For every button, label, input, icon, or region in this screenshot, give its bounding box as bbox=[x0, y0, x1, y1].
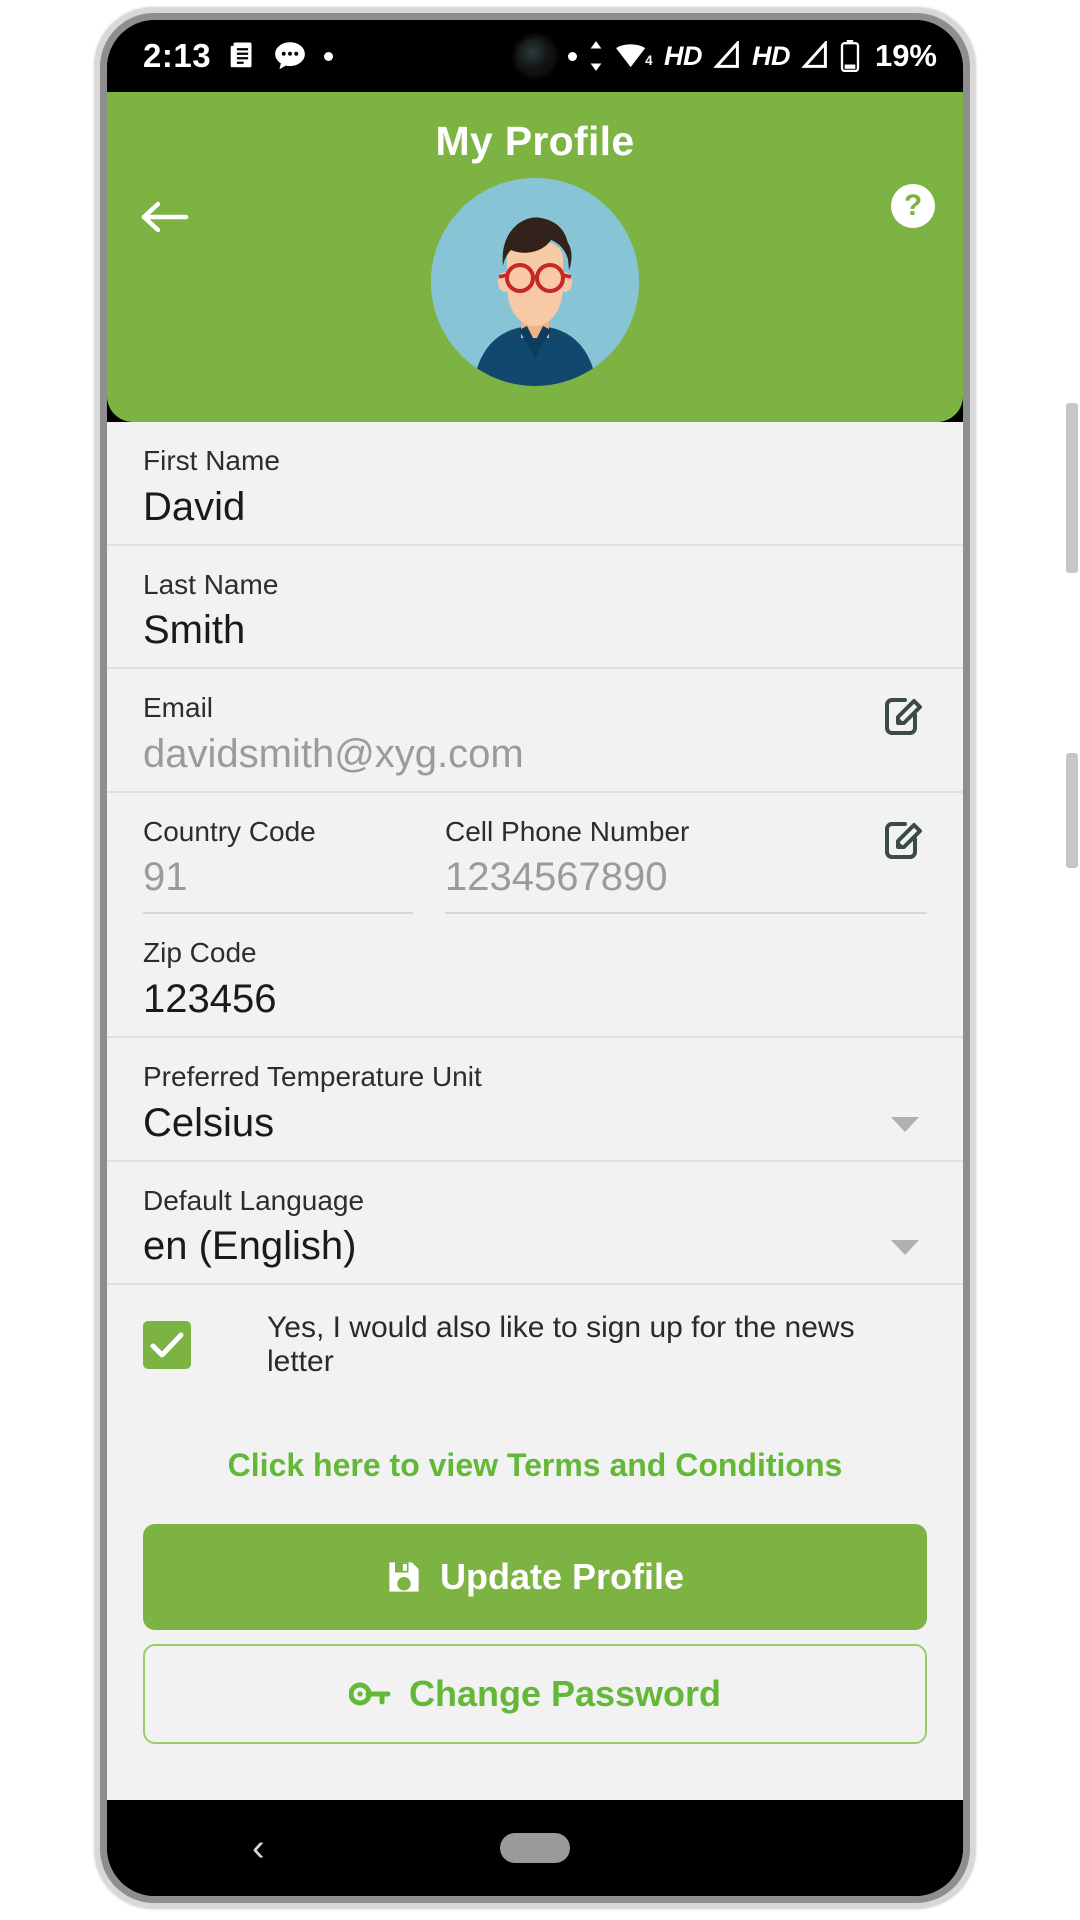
field-country-code[interactable]: Country Code 91 bbox=[143, 815, 413, 915]
first-name-input[interactable]: David bbox=[143, 484, 927, 530]
svg-text:4: 4 bbox=[645, 53, 653, 68]
last-name-input[interactable]: Smith bbox=[143, 607, 927, 653]
first-name-label: First Name bbox=[143, 445, 280, 476]
help-button[interactable]: ? bbox=[891, 184, 935, 228]
key-icon bbox=[348, 1682, 391, 1706]
terms-and-conditions-link[interactable]: Click here to view Terms and Conditions bbox=[107, 1399, 963, 1524]
newsletter-checkbox[interactable] bbox=[143, 1321, 191, 1370]
field-first-name[interactable]: First Name David bbox=[107, 422, 963, 546]
question-mark-icon: ? bbox=[903, 189, 923, 222]
phone-frame: 2:13 4 HD HD 19% My Profile ? First Name… bbox=[95, 8, 1078, 1908]
profile-form: First Name David Last Name Smith Email d… bbox=[107, 422, 963, 1800]
nav-back-button[interactable]: ‹ bbox=[252, 1827, 265, 1870]
edit-pencil-icon bbox=[885, 698, 922, 736]
zip-code-label: Zip Code bbox=[143, 937, 257, 969]
field-last-name[interactable]: Last Name Smith bbox=[107, 546, 963, 670]
email-label: Email bbox=[143, 692, 214, 724]
last-name-label: Last Name bbox=[143, 568, 279, 600]
check-icon bbox=[150, 1332, 184, 1358]
status-time: 2:13 bbox=[143, 37, 212, 74]
temperature-unit-label: Preferred Temperature Unit bbox=[143, 1060, 482, 1092]
zip-code-input[interactable]: 123456 bbox=[143, 976, 927, 1022]
battery-percent: 19% bbox=[874, 38, 937, 73]
field-email[interactable]: Email davidsmith@xyg.com bbox=[107, 669, 963, 793]
default-language-select[interactable]: en (English) bbox=[143, 1223, 927, 1269]
dot-icon bbox=[324, 51, 334, 61]
change-password-button[interactable]: Change Password bbox=[143, 1644, 927, 1745]
status-bar: 2:13 4 HD HD 19% bbox=[107, 20, 963, 92]
dot-icon bbox=[567, 51, 577, 61]
back-button[interactable] bbox=[133, 186, 195, 248]
field-default-language[interactable]: Default Language en (English) bbox=[107, 1162, 963, 1286]
email-input[interactable]: davidsmith@xyg.com bbox=[143, 731, 927, 777]
signal-icon-1 bbox=[713, 41, 741, 71]
data-transfer-icon bbox=[588, 41, 604, 71]
country-code-label: Country Code bbox=[143, 815, 316, 847]
temperature-unit-select[interactable]: Celsius bbox=[143, 1100, 927, 1146]
battery-icon bbox=[840, 40, 860, 72]
phone-bezel: 2:13 4 HD HD 19% My Profile ? First Name… bbox=[100, 13, 970, 1903]
country-code-input[interactable]: 91 bbox=[143, 854, 413, 900]
field-cell-phone[interactable]: Cell Phone Number 1234567890 bbox=[445, 815, 927, 915]
hd-badge-1: HD bbox=[663, 40, 703, 71]
update-profile-label: Update Profile bbox=[439, 1556, 685, 1598]
signal-icon-2 bbox=[801, 41, 829, 71]
newsletter-label: Yes, I would also like to sign up for th… bbox=[267, 1311, 855, 1379]
newsletter-row[interactable]: Yes, I would also like to sign up for th… bbox=[107, 1285, 963, 1399]
cell-phone-input[interactable]: 1234567890 bbox=[445, 854, 927, 900]
action-buttons: Update Profile Change Password bbox=[107, 1524, 963, 1745]
system-nav-bar: ‹ bbox=[107, 1800, 963, 1896]
field-phone-row: Country Code 91 Cell Phone Number 123456… bbox=[107, 793, 963, 915]
phone-screen: 2:13 4 HD HD 19% My Profile ? First Name… bbox=[107, 20, 963, 1896]
message-icon bbox=[274, 41, 306, 71]
nav-home-pill[interactable] bbox=[500, 1833, 570, 1863]
field-temperature-unit[interactable]: Preferred Temperature Unit Celsius bbox=[107, 1038, 963, 1162]
edit-pencil-icon bbox=[885, 821, 922, 859]
update-profile-button[interactable]: Update Profile bbox=[143, 1524, 927, 1631]
camera-hole bbox=[517, 38, 553, 74]
wifi-icon: 4 bbox=[615, 41, 653, 71]
chevron-down-icon[interactable] bbox=[891, 1116, 919, 1132]
power-button[interactable] bbox=[1066, 753, 1078, 868]
app-header: My Profile ? bbox=[107, 92, 963, 422]
change-password-label: Change Password bbox=[408, 1673, 722, 1715]
status-bar-left-icons: 2:13 bbox=[143, 37, 334, 75]
status-bar-right-icons: 4 HD HD 19% bbox=[567, 38, 937, 74]
save-disk-icon bbox=[389, 1562, 419, 1592]
arrow-left-icon bbox=[141, 201, 189, 233]
page-title: My Profile bbox=[435, 118, 635, 164]
chevron-down-icon[interactable] bbox=[891, 1240, 919, 1256]
default-language-label: Default Language bbox=[143, 1184, 365, 1216]
volume-button[interactable] bbox=[1066, 403, 1078, 573]
edit-phone-button[interactable] bbox=[881, 815, 927, 866]
field-zip-code[interactable]: Zip Code 123456 bbox=[107, 914, 963, 1038]
document-icon bbox=[229, 41, 256, 71]
hd-badge-2: HD bbox=[751, 40, 791, 71]
cell-phone-label: Cell Phone Number bbox=[445, 815, 690, 847]
avatar bbox=[431, 178, 639, 386]
edit-email-button[interactable] bbox=[881, 691, 927, 742]
